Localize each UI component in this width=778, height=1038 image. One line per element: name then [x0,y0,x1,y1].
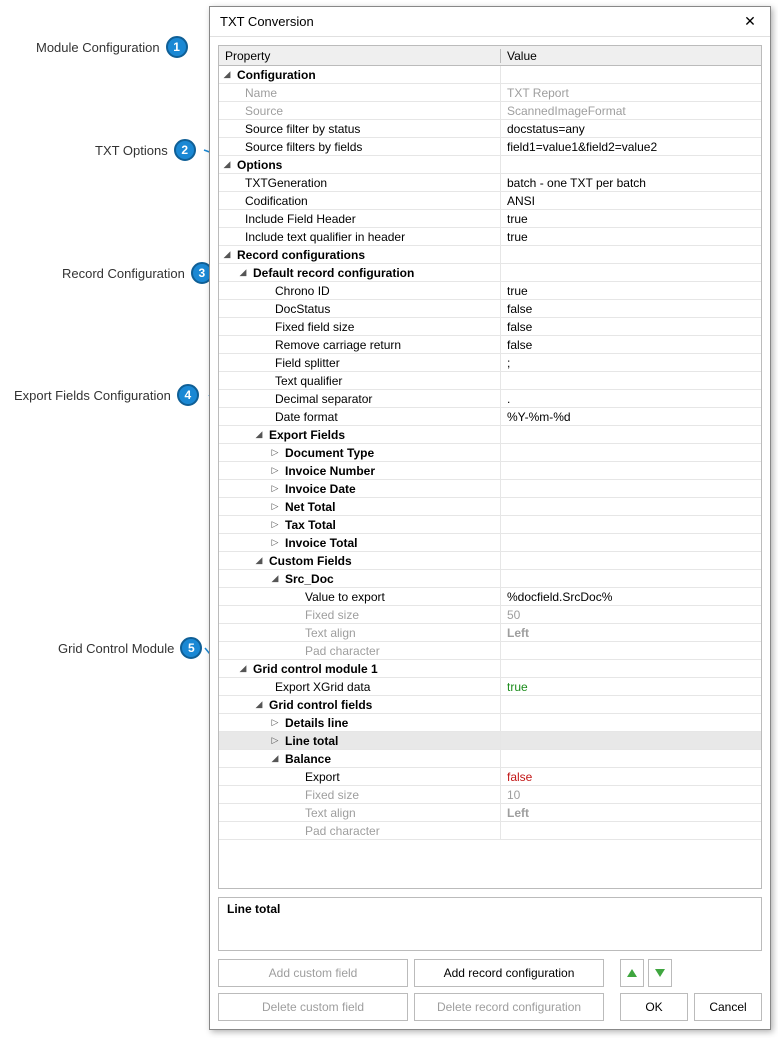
collapse-icon[interactable]: ◢ [237,663,249,675]
row-export[interactable]: Export false [219,768,761,786]
description-text: Line total [227,902,280,916]
column-property[interactable]: Property [219,49,501,63]
expand-icon[interactable]: ▷ [269,537,281,549]
grid-header: Property Value [219,46,761,66]
row-pad-character-2[interactable]: Pad character [219,822,761,840]
dialog-title: TXT Conversion [220,14,738,29]
group-src-doc[interactable]: ◢ Src_Doc [219,570,761,588]
row-invoice-date[interactable]: ▷ Invoice Date [219,480,761,498]
group-custom-fields[interactable]: ◢ Custom Fields [219,552,761,570]
row-decimal-separator[interactable]: Decimal separator . [219,390,761,408]
txt-conversion-dialog: TXT Conversion ✕ Property Value ◢ Config… [209,6,771,1030]
collapse-icon[interactable]: ◢ [269,573,281,585]
row-pad-character[interactable]: Pad character [219,642,761,660]
close-icon[interactable]: ✕ [738,10,762,34]
row-name[interactable]: Name TXT Report [219,84,761,102]
row-source[interactable]: Source ScannedImageFormat [219,102,761,120]
row-value-to-export[interactable]: Value to export %docfield.SrcDoc% [219,588,761,606]
row-document-type[interactable]: ▷ Document Type [219,444,761,462]
expand-icon[interactable]: ▷ [269,483,281,495]
collapse-icon[interactable]: ◢ [253,555,265,567]
row-fixed-size[interactable]: Fixed size 50 [219,606,761,624]
group-grid-control-fields[interactable]: ◢ Grid control fields [219,696,761,714]
row-codification[interactable]: Codification ANSI [219,192,761,210]
delete-custom-field-button: Delete custom field [218,993,408,1021]
group-configuration[interactable]: ◢ Configuration [219,66,761,84]
row-include-field-header[interactable]: Include Field Header true [219,210,761,228]
move-down-button[interactable] [648,959,672,987]
collapse-icon[interactable]: ◢ [221,159,233,171]
row-remove-carriage-return[interactable]: Remove carriage return false [219,336,761,354]
group-record-configurations[interactable]: ◢ Record configurations [219,246,761,264]
row-text-align-2[interactable]: Text align Left [219,804,761,822]
group-balance[interactable]: ◢ Balance [219,750,761,768]
row-invoice-total[interactable]: ▷ Invoice Total [219,534,761,552]
collapse-icon[interactable]: ◢ [221,69,233,81]
expand-icon[interactable]: ▷ [269,501,281,513]
expand-icon[interactable]: ▷ [269,447,281,459]
row-tax-total[interactable]: ▷ Tax Total [219,516,761,534]
arrow-down-icon [655,969,665,977]
row-text-align[interactable]: Text align Left [219,624,761,642]
grid-body: ◢ Configuration Name TXT Report Source S… [219,66,761,888]
add-record-configuration-button[interactable]: Add record configuration [414,959,604,987]
button-bar: Add custom field Delete custom field Add… [218,959,762,1021]
collapse-icon[interactable]: ◢ [269,753,281,765]
expand-icon[interactable]: ▷ [269,735,281,747]
row-source-filter-status[interactable]: Source filter by status docstatus=any [219,120,761,138]
row-source-filters-fields[interactable]: Source filters by fields field1=value1&f… [219,138,761,156]
row-include-text-qualifier-header[interactable]: Include text qualifier in header true [219,228,761,246]
row-fixed-field-size[interactable]: Fixed field size false [219,318,761,336]
collapse-icon[interactable]: ◢ [253,429,265,441]
collapse-icon[interactable]: ◢ [221,249,233,261]
row-text-qualifier[interactable]: Text qualifier [219,372,761,390]
move-up-button[interactable] [620,959,644,987]
row-invoice-number[interactable]: ▷ Invoice Number [219,462,761,480]
expand-icon[interactable]: ▷ [269,519,281,531]
titlebar: TXT Conversion ✕ [210,7,770,37]
expand-icon[interactable]: ▷ [269,465,281,477]
column-value[interactable]: Value [501,49,761,63]
collapse-icon[interactable]: ◢ [253,699,265,711]
collapse-icon[interactable]: ◢ [237,267,249,279]
row-field-splitter[interactable]: Field splitter ; [219,354,761,372]
add-custom-field-button: Add custom field [218,959,408,987]
expand-icon[interactable]: ▷ [269,717,281,729]
row-date-format[interactable]: Date format %Y-%m-%d [219,408,761,426]
row-fixed-size-2[interactable]: Fixed size 10 [219,786,761,804]
group-options[interactable]: ◢ Options [219,156,761,174]
row-line-total[interactable]: ▷ Line total [219,732,761,750]
group-default-record-config[interactable]: ◢ Default record configuration [219,264,761,282]
property-grid: Property Value ◢ Configuration Name TXT … [218,45,762,889]
row-net-total[interactable]: ▷ Net Total [219,498,761,516]
row-docstatus[interactable]: DocStatus false [219,300,761,318]
ok-button[interactable]: OK [620,993,688,1021]
row-details-line[interactable]: ▷ Details line [219,714,761,732]
description-panel: Line total [218,897,762,951]
delete-record-configuration-button: Delete record configuration [414,993,604,1021]
group-grid-control-module-1[interactable]: ◢ Grid control module 1 [219,660,761,678]
row-txtgeneration[interactable]: TXTGeneration batch - one TXT per batch [219,174,761,192]
row-chrono-id[interactable]: Chrono ID true [219,282,761,300]
row-export-xgrid-data[interactable]: Export XGrid data true [219,678,761,696]
group-export-fields[interactable]: ◢ Export Fields [219,426,761,444]
cancel-button[interactable]: Cancel [694,993,762,1021]
arrow-up-icon [627,969,637,977]
